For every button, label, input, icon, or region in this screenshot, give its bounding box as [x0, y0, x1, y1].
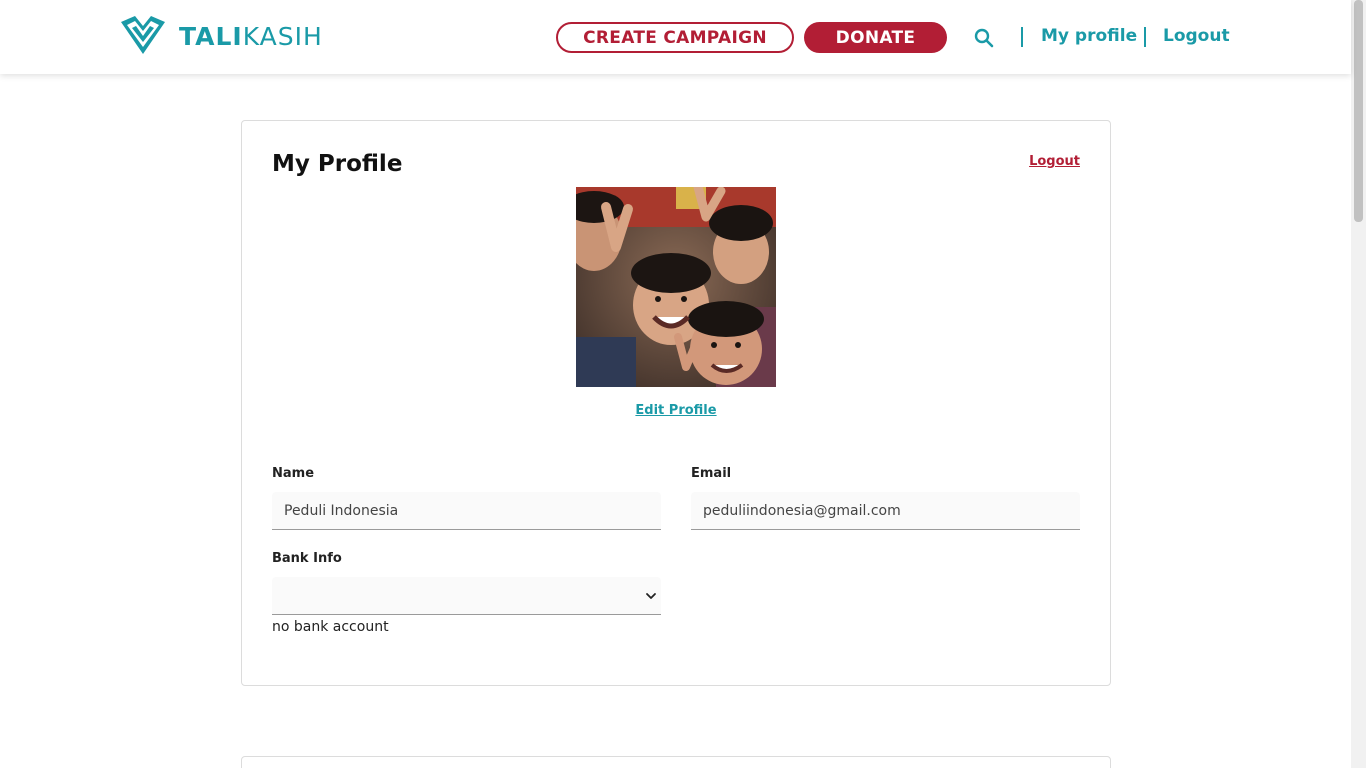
logo-text-light: KASIH: [242, 21, 323, 51]
edit-profile-link[interactable]: Edit Profile: [242, 403, 1110, 418]
email-value: peduliindonesia@gmail.com: [703, 502, 901, 519]
chevron-down-icon: [646, 592, 656, 599]
create-campaign-button[interactable]: CREATE CAMPAIGN: [556, 22, 794, 53]
profile-avatar: [576, 187, 776, 387]
logo-text: TALIKASIH: [179, 22, 323, 51]
bank-info-select[interactable]: [272, 577, 661, 615]
talikasih-logo-icon: [121, 16, 165, 54]
my-profile-link[interactable]: My profile: [1041, 26, 1137, 46]
logo-text-bold: TALI: [179, 21, 243, 51]
name-value: Peduli Indonesia: [284, 502, 399, 519]
page-title: My Profile: [272, 151, 403, 177]
email-label: Email: [691, 466, 732, 481]
email-field[interactable]: peduliindonesia@gmail.com: [691, 492, 1080, 530]
donate-button[interactable]: DONATE: [804, 22, 947, 53]
page-scrollbar[interactable]: [1351, 0, 1366, 768]
scrollbar-thumb[interactable]: [1354, 0, 1363, 222]
secondary-card: [241, 756, 1111, 768]
card-logout-link[interactable]: Logout: [1029, 154, 1080, 169]
nav-divider: [1021, 27, 1023, 47]
no-bank-account-text: no bank account: [272, 619, 389, 635]
search-icon[interactable]: [972, 26, 996, 50]
profile-card: My Profile Logout Edit Profile Name Pedu…: [241, 120, 1111, 686]
name-field[interactable]: Peduli Indonesia: [272, 492, 661, 530]
name-label: Name: [272, 466, 315, 481]
top-navbar: TALIKASIH CREATE CAMPAIGN DONATE My prof…: [0, 0, 1351, 74]
logout-link[interactable]: Logout: [1163, 26, 1230, 46]
logo[interactable]: TALIKASIH: [119, 14, 323, 58]
bank-info-label: Bank Info: [272, 551, 342, 566]
nav-divider: [1144, 27, 1146, 47]
